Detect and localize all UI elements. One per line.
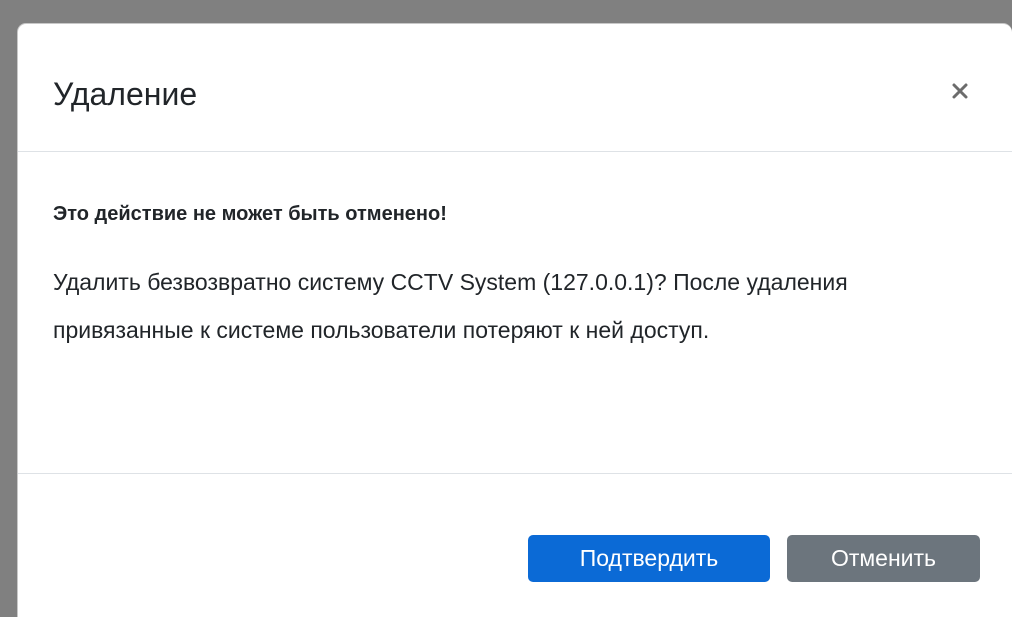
cancel-button[interactable]: Отменить bbox=[787, 535, 980, 582]
confirm-button[interactable]: Подтвердить bbox=[528, 535, 770, 582]
dialog-body: Это действие не может быть отменено! Уда… bbox=[53, 152, 982, 354]
delete-dialog: Удаление Это действие не может быть отме… bbox=[17, 23, 1012, 617]
description-text: Удалить безвозвратно систему CCTV System… bbox=[53, 269, 848, 343]
warning-text: Это действие не может быть отменено! bbox=[53, 203, 447, 225]
close-icon bbox=[952, 83, 968, 99]
dialog-title: Удаление bbox=[53, 76, 198, 112]
dialog-footer: Подтвердить Отменить bbox=[18, 473, 1012, 617]
dialog-header: Удаление bbox=[18, 24, 1012, 152]
close-button[interactable] bbox=[942, 71, 978, 111]
